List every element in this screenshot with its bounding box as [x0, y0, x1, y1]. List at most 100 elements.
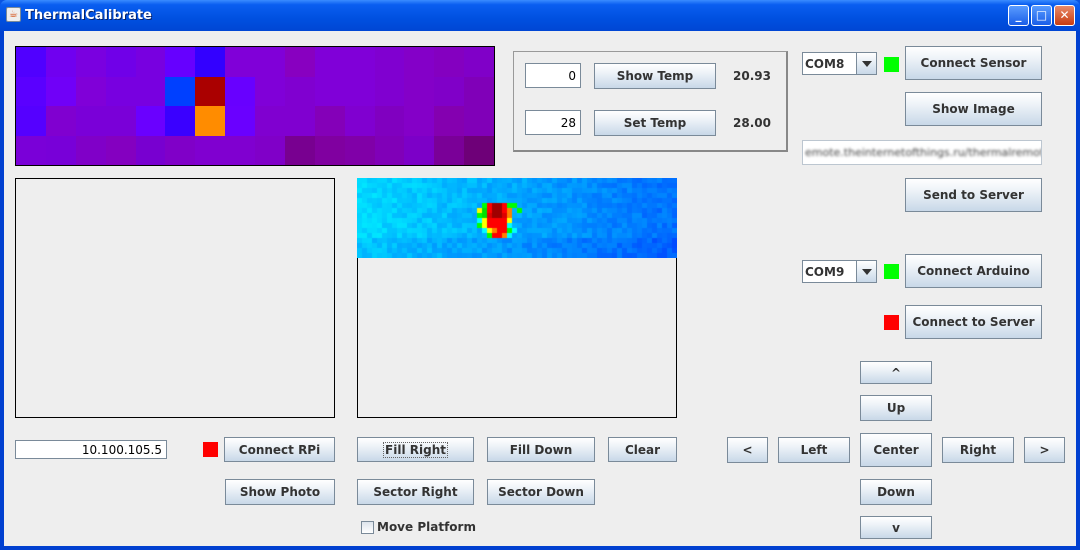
- sensor-pixel: [464, 47, 494, 77]
- sensor-port-select[interactable]: COM8: [802, 52, 877, 75]
- window-title: ThermalCalibrate: [25, 8, 152, 23]
- sensor-pixel: [105, 47, 136, 77]
- clear-button[interactable]: Clear: [608, 437, 677, 462]
- current-temp-value: 20.93: [733, 69, 771, 83]
- chevron-down-icon[interactable]: [856, 53, 876, 74]
- connect-arduino-button[interactable]: Connect Arduino: [905, 254, 1042, 288]
- title-bar[interactable]: ☕ ThermalCalibrate _ □ ✕: [0, 0, 1080, 31]
- sensor-pixel: [45, 135, 76, 165]
- sensor-pixel: [434, 76, 465, 106]
- chevron-down-icon[interactable]: [856, 261, 876, 282]
- show-image-button[interactable]: Show Image: [905, 92, 1042, 126]
- sensor-pixel: [374, 47, 405, 77]
- photo-panel: [15, 178, 335, 418]
- step-left-button[interactable]: <: [727, 437, 768, 463]
- sensor-pixel: [344, 106, 375, 136]
- fill-right-label: Fill Right: [383, 441, 448, 458]
- java-app-icon: ☕: [6, 7, 21, 22]
- sensor-pixel: [195, 106, 226, 136]
- send-to-server-button[interactable]: Send to Server: [905, 178, 1042, 212]
- step-up-button[interactable]: ^: [860, 361, 932, 384]
- sensor-pixel: [255, 135, 285, 165]
- connect-to-server-button[interactable]: Connect to Server: [905, 305, 1042, 339]
- calibration-map-panel: [357, 178, 677, 418]
- calibration-thermal-map: [357, 178, 677, 258]
- sensor-pixel: [195, 135, 226, 165]
- sensor-port-value: COM8: [805, 56, 845, 71]
- arduino-port-value: COM9: [805, 264, 845, 279]
- sensor-pixel: [344, 76, 375, 106]
- sector-right-button[interactable]: Sector Right: [357, 479, 474, 505]
- sensor-pixel: [195, 76, 226, 106]
- sensor-pixel: [75, 135, 106, 165]
- sensor-pixel: [464, 76, 494, 106]
- sensor-pixel: [16, 135, 46, 165]
- sensor-pixel: [284, 47, 315, 77]
- sensor-pixel: [464, 135, 494, 165]
- maximize-button[interactable]: □: [1031, 5, 1052, 26]
- step-down-button[interactable]: v: [860, 516, 932, 539]
- server-url-value: emote.theinternetofthings.ru/thermalremo…: [805, 146, 1042, 159]
- sensor-pixel: [45, 76, 76, 106]
- sensor-pixel: [165, 47, 196, 77]
- sensor-pixel: [404, 135, 435, 165]
- fill-right-button[interactable]: Fill Right: [357, 437, 474, 462]
- show-temp-button[interactable]: Show Temp: [594, 63, 716, 89]
- sensor-pixel: [135, 106, 166, 136]
- sensor-pixel: [225, 76, 255, 106]
- sensor-pixel: [16, 76, 46, 106]
- sensor-pixel: [374, 106, 405, 136]
- sensor-pixel: [75, 106, 106, 136]
- show-temp-input[interactable]: 0: [525, 63, 581, 88]
- set-temp-button[interactable]: Set Temp: [594, 110, 716, 136]
- up-button[interactable]: Up: [860, 395, 932, 421]
- center-button[interactable]: Center: [860, 433, 932, 467]
- sensor-pixel: [284, 135, 315, 165]
- sensor-pixel: [374, 135, 405, 165]
- sensor-pixel: [135, 76, 166, 106]
- arduino-port-select[interactable]: COM9: [802, 260, 877, 283]
- right-button[interactable]: Right: [942, 437, 1014, 463]
- sensor-pixel: [374, 76, 405, 106]
- sensor-pixel: [314, 106, 345, 136]
- show-photo-button[interactable]: Show Photo: [225, 479, 335, 505]
- close-button[interactable]: ✕: [1054, 5, 1075, 26]
- sensor-pixel: [255, 76, 285, 106]
- sensor-pixel: [165, 135, 196, 165]
- arduino-status-indicator: [884, 264, 899, 279]
- move-platform-checkbox[interactable]: [361, 521, 374, 534]
- sensor-pixel: [225, 47, 255, 77]
- sensor-pixel: [45, 106, 76, 136]
- sensor-pixel: [135, 47, 166, 77]
- sensor-pixel: [284, 76, 315, 106]
- minimize-button[interactable]: _: [1008, 5, 1029, 26]
- fill-down-button[interactable]: Fill Down: [487, 437, 595, 462]
- sensor-pixel: [225, 106, 255, 136]
- server-url-input[interactable]: emote.theinternetofthings.ru/thermalremo…: [802, 140, 1042, 165]
- sensor-thermal-image: [15, 46, 495, 166]
- step-right-button[interactable]: >: [1024, 437, 1065, 463]
- sensor-pixel: [404, 106, 435, 136]
- sector-down-button[interactable]: Sector Down: [487, 479, 595, 505]
- down-button[interactable]: Down: [860, 479, 932, 505]
- connect-sensor-button[interactable]: Connect Sensor: [905, 46, 1042, 80]
- connect-rpi-button[interactable]: Connect RPi: [224, 437, 335, 462]
- rpi-status-indicator: [203, 442, 218, 457]
- rpi-ip-input[interactable]: 10.100.105.5: [15, 440, 167, 459]
- sensor-pixel: [314, 135, 345, 165]
- sensor-pixel: [314, 76, 345, 106]
- move-platform-label: Move Platform: [377, 520, 476, 534]
- sensor-pixel: [165, 76, 196, 106]
- sensor-pixel: [255, 106, 285, 136]
- sensor-pixel: [404, 47, 435, 77]
- set-temp-input[interactable]: 28: [525, 110, 581, 135]
- sensor-pixel: [135, 135, 166, 165]
- sensor-pixel: [165, 106, 196, 136]
- sensor-pixel: [344, 135, 375, 165]
- server-status-indicator: [884, 315, 899, 330]
- left-button[interactable]: Left: [778, 437, 850, 463]
- sensor-pixel: [45, 47, 76, 77]
- sensor-pixel: [255, 47, 285, 77]
- sensor-pixel: [105, 135, 136, 165]
- sensor-pixel: [434, 106, 465, 136]
